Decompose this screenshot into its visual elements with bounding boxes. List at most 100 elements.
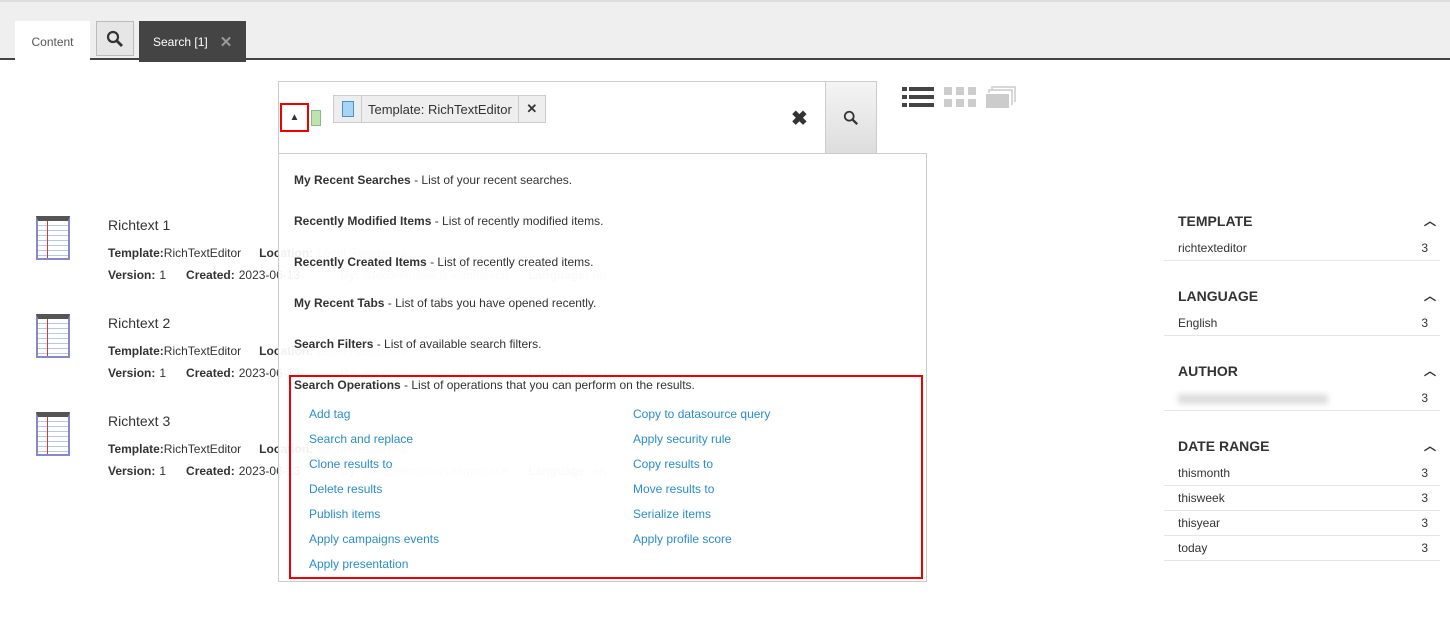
version-value: 1 bbox=[159, 366, 167, 380]
search-icon bbox=[843, 110, 859, 125]
chevron-up-icon[interactable]: ︿ bbox=[1424, 431, 1436, 461]
dropdown-item[interactable]: Recently Created Items - List of recentl… bbox=[294, 255, 593, 269]
version-value: 1 bbox=[159, 268, 167, 282]
facet-group: TEMPLATE ︿ richtexteditor 3 bbox=[1164, 206, 1440, 261]
facet-row[interactable]: thismonth 3 bbox=[1164, 461, 1440, 486]
facet-group: DATE RANGE ︿ thismonth 3 thisweek 3 thisyear 3 t… bbox=[1164, 431, 1440, 561]
created-label: Created: bbox=[186, 268, 235, 282]
facet-title: DATE RANGE bbox=[1178, 438, 1270, 454]
operation-link[interactable]: Search and replace bbox=[309, 432, 413, 446]
search-icon bbox=[106, 30, 123, 47]
clear-search-button[interactable]: ✖ bbox=[791, 106, 808, 131]
operation-link[interactable]: Clone results to bbox=[309, 457, 392, 471]
facet-row[interactable]: richtexteditor 3 bbox=[1164, 236, 1440, 261]
filter-chip-label: Template: RichTextEditor bbox=[368, 101, 512, 117]
facet-row[interactable]: 3 bbox=[1164, 386, 1440, 411]
facet-label: richtexteditor bbox=[1178, 241, 1247, 255]
version-label: Version: bbox=[108, 464, 156, 478]
operation-link[interactable]: Apply campaigns events bbox=[309, 532, 439, 546]
operation-link[interactable]: Apply security rule bbox=[633, 432, 731, 446]
facet-count: 3 bbox=[1421, 541, 1428, 555]
notepad-icon bbox=[36, 314, 70, 358]
operation-link[interactable]: Publish items bbox=[309, 507, 380, 521]
facet-label: thismonth bbox=[1178, 466, 1231, 480]
template-label: Template: bbox=[108, 344, 164, 358]
new-search-tab-button[interactable] bbox=[96, 21, 134, 56]
operation-link[interactable]: Copy results to bbox=[633, 457, 713, 471]
result-title[interactable]: Richtext 1 bbox=[108, 217, 170, 233]
facet-count: 3 bbox=[1421, 516, 1428, 530]
created-label: Created: bbox=[186, 464, 235, 478]
facet-header[interactable]: TEMPLATE ︿ bbox=[1164, 206, 1440, 236]
operation-link[interactable]: Serialize items bbox=[633, 507, 711, 521]
version-label: Version: bbox=[108, 268, 156, 282]
notepad-icon bbox=[36, 412, 70, 456]
operation-link[interactable]: Apply profile score bbox=[633, 532, 732, 546]
facet-panel: TEMPLATE ︿ richtexteditor 3 LANGUAGE ︿ English… bbox=[1164, 206, 1440, 581]
facet-title: TEMPLATE bbox=[1178, 213, 1253, 229]
facet-label: thisweek bbox=[1178, 491, 1225, 505]
facet-header[interactable]: DATE RANGE ︿ bbox=[1164, 431, 1440, 461]
facet-group: AUTHOR ︿ 3 bbox=[1164, 356, 1440, 411]
dropdown-item-desc: - List of recently modified items. bbox=[431, 214, 604, 228]
dropdown-item-title: My Recent Searches bbox=[294, 173, 411, 187]
operation-link[interactable]: Delete results bbox=[309, 482, 382, 496]
operation-link[interactable]: Add tag bbox=[309, 407, 350, 421]
dropdown-item[interactable]: My Recent Searches - List of your recent… bbox=[294, 173, 572, 187]
document-icon[interactable] bbox=[311, 110, 321, 126]
search-operations-group: Add tag Search and replace Clone results t… bbox=[289, 375, 923, 579]
tab-search-label: Search [1] bbox=[153, 34, 208, 49]
template-label: Template: bbox=[108, 442, 164, 456]
dropdown-item-title: Search Filters bbox=[294, 337, 374, 351]
tab-search[interactable]: Search [1] ✕ bbox=[139, 21, 246, 62]
dropdown-item-desc: - List of your recent searches. bbox=[410, 173, 573, 187]
result-title[interactable]: Richtext 2 bbox=[108, 315, 170, 331]
facet-row[interactable]: thisyear 3 bbox=[1164, 511, 1440, 536]
facet-header[interactable]: LANGUAGE ︿ bbox=[1164, 281, 1440, 311]
remove-filter-button[interactable]: ✕ bbox=[517, 96, 545, 122]
filter-chip: Template: RichTextEditor ✕ bbox=[333, 95, 546, 123]
tab-content[interactable]: Content bbox=[15, 21, 90, 62]
facet-title: LANGUAGE bbox=[1178, 288, 1259, 304]
list-view-icon[interactable] bbox=[902, 86, 934, 108]
facet-row[interactable]: today 3 bbox=[1164, 536, 1440, 561]
triangle-up-icon: ▲ bbox=[289, 112, 300, 123]
operation-link[interactable]: Copy to datasource query bbox=[633, 407, 770, 421]
template-label: Template: bbox=[108, 246, 164, 260]
dropdown-item-desc: - List of recently created items. bbox=[426, 255, 594, 269]
facet-label: English bbox=[1178, 316, 1218, 330]
facet-count: 3 bbox=[1421, 491, 1428, 505]
template-value: RichTextEditor bbox=[163, 442, 242, 456]
facet-row[interactable]: thisweek 3 bbox=[1164, 486, 1440, 511]
facet-label-blurred bbox=[1178, 393, 1328, 404]
created-label: Created: bbox=[186, 366, 235, 380]
dropdown-item[interactable]: Recently Modified Items - List of recent… bbox=[294, 214, 603, 228]
dropdown-item[interactable]: Search Filters - List of available searc… bbox=[294, 337, 541, 351]
operation-link[interactable]: Move results to bbox=[633, 482, 714, 496]
grid-view-icon[interactable] bbox=[944, 86, 976, 108]
tab-bar: Content Search [1] ✕ bbox=[0, 0, 1450, 62]
facet-label: today bbox=[1178, 541, 1208, 555]
dropdown-item-desc: - List of available search filters. bbox=[373, 337, 542, 351]
toggle-dropdown-button[interactable]: ▲ bbox=[280, 103, 309, 132]
notepad-icon bbox=[36, 216, 70, 260]
dropdown-item-desc: - List of tabs you have opened recently. bbox=[384, 296, 597, 310]
chevron-up-icon[interactable]: ︿ bbox=[1424, 206, 1436, 236]
chevron-up-icon[interactable]: ︿ bbox=[1424, 281, 1436, 311]
search-dropdown: My Recent Searches - List of your recent… bbox=[278, 153, 927, 582]
search-button[interactable] bbox=[825, 81, 877, 154]
operation-link[interactable]: Apply presentation bbox=[309, 557, 408, 571]
chevron-up-icon[interactable]: ︿ bbox=[1424, 356, 1436, 386]
close-icon[interactable]: ✕ bbox=[220, 33, 233, 51]
stack-view-icon[interactable] bbox=[986, 86, 1016, 108]
facet-header[interactable]: AUTHOR ︿ bbox=[1164, 356, 1440, 386]
facet-count: 3 bbox=[1421, 391, 1428, 405]
facet-count: 3 bbox=[1421, 316, 1428, 330]
version-value: 1 bbox=[159, 464, 167, 478]
result-title[interactable]: Richtext 3 bbox=[108, 413, 170, 429]
facet-row[interactable]: English 3 bbox=[1164, 311, 1440, 336]
dropdown-item[interactable]: My Recent Tabs - List of tabs you have o… bbox=[294, 296, 596, 310]
search-box[interactable]: ▲ Template: RichTextEditor ✕ ✖ bbox=[278, 81, 877, 154]
facet-label: thisyear bbox=[1178, 516, 1221, 530]
facet-group: LANGUAGE ︿ English 3 bbox=[1164, 281, 1440, 336]
